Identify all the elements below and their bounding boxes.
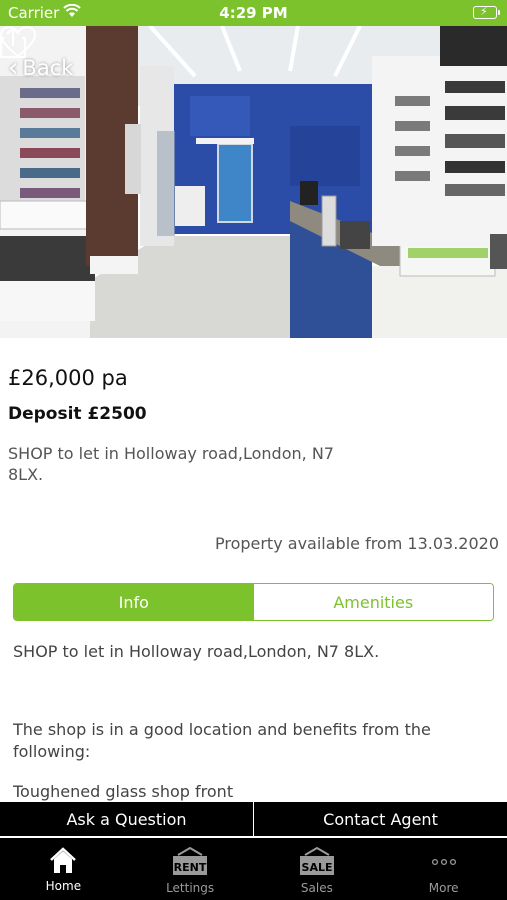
info-paragraph: Toughened glass shop front <box>13 782 234 801</box>
status-bar: Carrier 4:29 PM ⚡ <box>0 0 507 26</box>
info-content[interactable]: SHOP to let in Holloway road,London, N7 … <box>13 641 498 801</box>
tabbar-item-home[interactable]: Home <box>0 838 127 900</box>
contact-agent-button[interactable]: Contact Agent <box>253 802 507 836</box>
rent-sign-icon: RENT <box>173 847 208 875</box>
tabbar-label: Lettings <box>166 881 215 895</box>
more-dots-icon <box>431 858 456 866</box>
tabbar-item-lettings[interactable]: RENT Lettings <box>127 838 254 900</box>
tabbar-item-sales[interactable]: SALE Sales <box>254 838 381 900</box>
tabbar-label: Home <box>45 879 82 893</box>
back-label: Back <box>22 56 74 80</box>
property-photo[interactable]: ‹ Back <box>0 26 507 338</box>
detail-tabs: Info Amenities <box>13 583 494 621</box>
ask-question-button[interactable]: Ask a Question <box>0 802 253 836</box>
clock: 4:29 PM <box>219 4 288 22</box>
info-paragraph: The shop is in a good location and benef… <box>13 720 431 761</box>
home-icon <box>50 847 77 873</box>
chevron-left-icon: ‹ <box>8 53 19 83</box>
battery-charging-icon: ⚡ <box>473 5 500 19</box>
sale-sign-text: SALE <box>301 861 332 874</box>
price-label: £26,000 pa <box>8 366 128 390</box>
listing-summary: SHOP to let in Holloway road,London, N7 … <box>8 444 334 484</box>
back-button[interactable]: ‹ Back <box>8 53 74 83</box>
tabbar-label: More <box>428 881 459 895</box>
rent-sign-text: RENT <box>174 861 207 874</box>
tabbar-label: Sales <box>300 881 333 895</box>
tabbar-item-more[interactable]: More <box>380 838 507 900</box>
info-paragraph: SHOP to let in Holloway road,London, N7 … <box>13 642 380 661</box>
bottom-tab-bar: Home RENT Lettings SALE Sales More <box>0 838 507 900</box>
action-bar: Ask a Question Contact Agent <box>0 802 507 836</box>
deposit-label: Deposit £2500 <box>8 404 147 424</box>
sale-sign-icon: SALE <box>299 847 334 875</box>
tab-info[interactable]: Info <box>14 584 254 620</box>
availability-label: Property available from 13.03.2020 <box>214 534 499 553</box>
shop-interior-image <box>0 26 507 338</box>
tab-amenities[interactable]: Amenities <box>253 584 493 620</box>
heart-icon[interactable] <box>0 26 36 58</box>
